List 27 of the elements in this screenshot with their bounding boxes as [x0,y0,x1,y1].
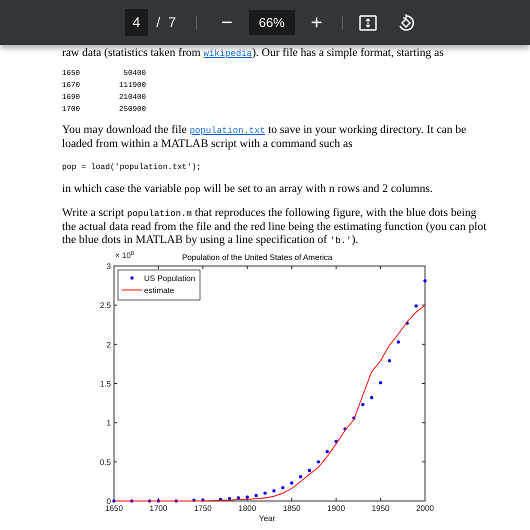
task-paragraph: Write a script population.m that reproduces the following figure, with the blue dots being the actual data read from the file and the red line being the estimating function (you can plot the blue dots in MATLAB by using a line specification of 'b.'). [62,207,488,248]
download-paragraph: You may download the file population.txt to save in your working directory. It can be loaded from within a MATLAB script with a command such as [62,124,468,151]
y-tick-label: 3 [106,262,111,271]
y-tick-label: 2.5 [100,301,111,310]
y-tick-label: 0.5 [100,458,111,467]
legend-label: estimate [144,286,174,295]
x-tick-label: 1700 [150,504,168,513]
exponent-label: × 10$^{8}$ [115,250,134,262]
y-tick-label: 2 [106,340,111,350]
y-tick-label: 1.5 [100,380,111,388]
x-tick-label: 1900 [327,504,346,513]
legend-label: US Population [144,274,196,283]
x-tick-label: 1850 [282,504,301,513]
x-tick-label: 1800 [238,504,256,513]
x-tick-label: 1750 [194,504,212,513]
page-total: 7 [168,13,176,32]
x-tick-label: 1650 [105,504,123,513]
variable-paragraph: in which case the variable pop will be set to an array with n rows and 2 columns. [62,183,434,197]
intro-sentence: raw data (statistics taken from wikipedia). Our file has a simple format, starting as [62,47,445,61]
code-line: pop = load('population.txt'); [62,162,202,174]
chart-title: Population of the United States of America [182,253,332,263]
y-tick-label: 1 [106,418,111,428]
page-separator: / [156,13,160,32]
x-tick-label: 1950 [372,504,390,513]
x-axis-label: Year [259,514,276,524]
x-tick-label: 2000 [416,504,434,513]
y-tick-label: 0 [106,497,111,506]
